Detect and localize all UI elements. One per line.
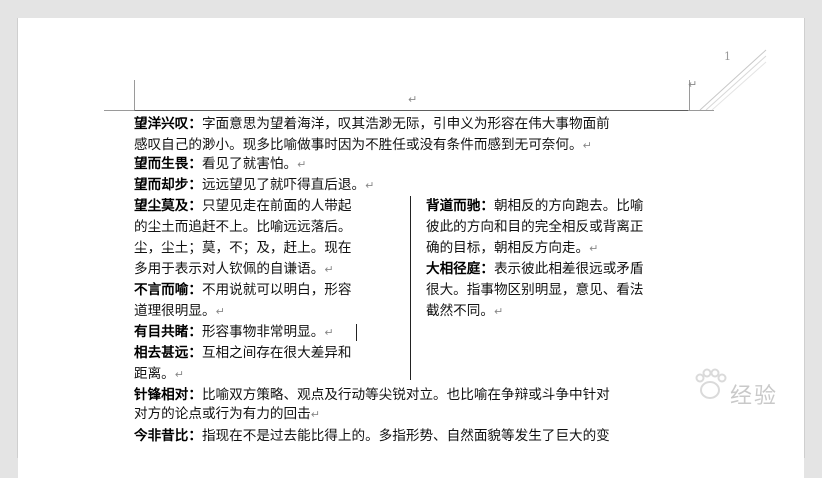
entry-line: 望而却步：远远望见了就吓得直后退。↵: [134, 175, 374, 196]
paragraph-mark-icon: ↵: [310, 408, 320, 421]
entry-text: 很大。指事物区别明显，意见、看法: [426, 282, 644, 298]
entry-text: 对方的论点或行为有力的回击: [134, 406, 311, 422]
entry-text: 道理很明显。: [134, 303, 216, 319]
paragraph-mark-icon: ↵: [215, 305, 225, 318]
entry-line: 对方的论点或行为有力的回击↵: [134, 404, 320, 425]
entry-text: 截然不同。: [426, 303, 494, 319]
entry-line: 的尘土而追赶不上。比喻远远落后。: [134, 217, 352, 238]
entry-text: 字面意思为望着海洋，叹其浩渺无际，引申义为形容在伟大事物面前: [201, 116, 610, 132]
entry-line: 尘，尘土；莫，不；及，赶上。现在: [134, 238, 352, 259]
entry-term: 针锋相对：: [134, 387, 202, 403]
entry-line: 多用于表示对人钦佩的自谦语。↵: [134, 259, 334, 280]
entry-text: 形容事物非常明显。: [201, 324, 325, 340]
entry-term: 相去甚远：: [134, 345, 202, 361]
entry-line: 望洋兴叹：字面意思为望着海洋，叹其浩渺无际，引申义为形容在伟大事物面前: [134, 114, 610, 135]
entry-text: 的尘土而追赶不上。比喻远远落后。: [134, 219, 352, 235]
crop-mark-right: [688, 110, 714, 111]
entry-term: 望尘莫及：: [134, 198, 202, 214]
paragraph-mark-icon: ↵: [324, 263, 334, 276]
entry-line: 很大。指事物区别明显，意见、看法: [426, 280, 644, 301]
entry-text: 只望见走在前面的人带起: [201, 198, 352, 214]
entry-line: 相去甚远：互相之间存在很大差异和: [134, 343, 352, 364]
entry-text: 朝相反的方向跑去。比喻: [493, 198, 644, 214]
paragraph-mark-icon: ↵: [688, 78, 698, 91]
entry-line: 针锋相对：比喻双方策略、观点及行动等尖锐对立。也比喻在争辩或斗争中针对: [134, 385, 610, 406]
entry-text: 远远望见了就吓得直后退。: [201, 177, 366, 193]
entry-line: 距离。↵: [134, 364, 184, 385]
entry-term: 今非昔比：: [134, 428, 202, 444]
column-divider: [410, 196, 411, 380]
entry-term: 望而却步：: [134, 177, 202, 193]
crop-mark-left: [104, 110, 134, 111]
paragraph-mark-icon: ↵: [365, 179, 375, 192]
entry-line: 望尘莫及：只望见走在前面的人带起: [134, 196, 352, 217]
watermark-text: 经验: [730, 384, 779, 409]
entry-term: 背道而驰：: [426, 198, 494, 214]
entry-text: 比喻双方策略、观点及行动等尖锐对立。也比喻在争辩或斗争中针对: [201, 387, 610, 403]
entry-text: 尘，尘土；莫，不；及，赶上。现在: [134, 240, 352, 256]
paragraph-mark-icon: ↵: [408, 93, 418, 106]
paragraph-mark-icon: ↵: [582, 139, 592, 152]
entry-text: 确的目标，朝相反方向走。: [426, 240, 590, 256]
entry-text: 多用于表示对人钦佩的自谦语。: [134, 261, 325, 277]
entry-text: 互相之间存在很大差异和: [201, 345, 352, 361]
entry-text: 不用说就可以明白，形容: [201, 282, 352, 298]
entry-term: 不言而喻：: [134, 282, 202, 298]
entry-line: 确的目标，朝相反方向走。↵: [426, 238, 598, 259]
entry-line: 截然不同。↵: [426, 301, 503, 322]
entry-term: 有目共睹：: [134, 324, 202, 340]
entry-text: 指现在不是过去能比得上的。多指形势、自然面貌等发生了巨大的变: [201, 428, 610, 444]
entry-term: 大相径庭：: [426, 261, 494, 277]
entry-line: 今非昔比：指现在不是过去能比得上的。多指形势、自然面貌等发生了巨大的变: [134, 426, 610, 447]
entry-line: 不言而喻：不用说就可以明白，形容: [134, 280, 352, 301]
page-number: 1: [724, 50, 731, 63]
paragraph-mark-icon: ↵: [493, 305, 504, 318]
entry-line: 道理很明显。↵: [134, 301, 225, 322]
entry-text: 距离。: [134, 366, 175, 382]
paragraph-mark-icon: ↵: [589, 242, 599, 255]
paragraph-mark-icon: ↵: [324, 326, 334, 339]
paragraph-mark-icon: ↵: [297, 158, 307, 171]
entry-line: 感叹自己的渺小。现多比喻做事时因为不胜任或没有条件而感到无可奈何。↵: [134, 135, 592, 156]
entry-text: 彼此的方向和目的完全相反或背离正: [426, 219, 644, 235]
entry-text: 看见了就害怕。: [201, 156, 298, 172]
entry-line: 彼此的方向和目的完全相反或背离正: [426, 217, 644, 238]
paragraph-mark-icon: ↵: [174, 368, 184, 381]
entry-term: 望而生畏：: [134, 156, 202, 172]
entry-line: 背道而驰：朝相反的方向跑去。比喻: [426, 196, 644, 217]
entry-text: 表示彼此相差很远或矛盾: [493, 261, 644, 277]
entry-text: 感叹自己的渺小。现多比喻做事时因为不胜任或没有条件而感到无可奈何。: [134, 137, 583, 153]
entry-line: 有目共睹：形容事物非常明显。↵: [134, 322, 334, 343]
entry-term: 望洋兴叹：: [134, 116, 202, 132]
text-cursor: [356, 324, 357, 341]
entry-line: 大相径庭：表示彼此相差很远或矛盾: [426, 259, 644, 280]
entry-line: 望而生畏：看见了就害怕。↵: [134, 154, 306, 175]
